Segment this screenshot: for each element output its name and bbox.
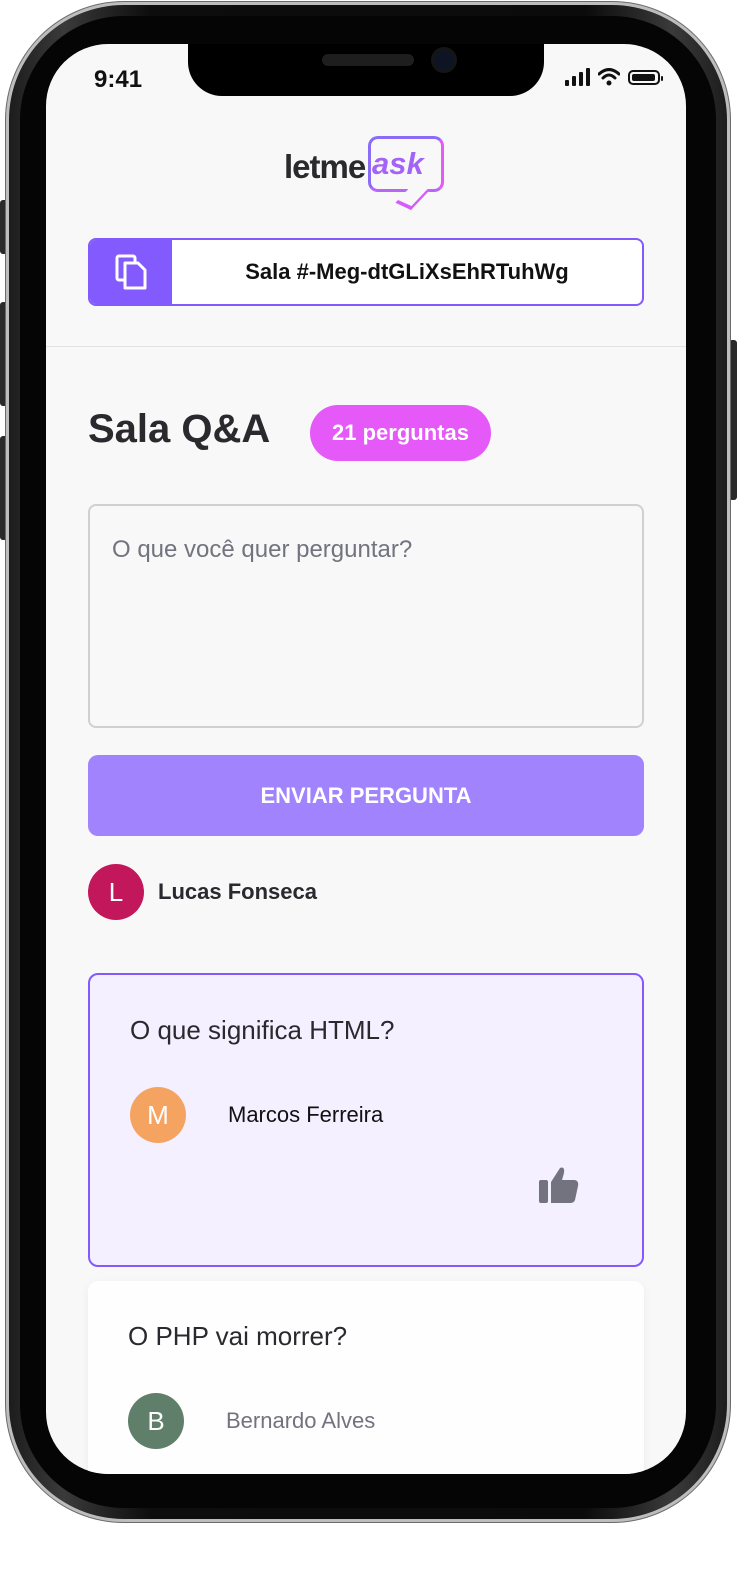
avatar: L [88,864,144,920]
status-time: 9:41 [94,66,143,93]
question-count-badge: 21 perguntas [310,405,491,461]
logo-text-ask: ask [372,146,424,181]
send-question-button[interactable]: ENVIAR PERGUNTA [88,755,644,836]
page-title: Sala Q&A [88,407,271,451]
copy-icon-box [90,240,172,304]
question-text: O que significa HTML? [130,1015,395,1045]
logo-text-letme: letme [284,148,366,185]
question-text: O PHP vai morrer? [128,1321,348,1351]
status-icons [565,68,663,86]
notch [188,44,544,96]
question-input[interactable] [88,504,644,728]
like-icon[interactable] [538,1165,580,1205]
header-divider [46,346,686,347]
question-author: B Bernardo Alves [128,1393,375,1449]
avatar: M [130,1087,186,1143]
logo: letme ask [284,134,448,212]
question-card: O que significa HTML? M Marcos Ferreira [88,973,644,1267]
power-button [729,340,737,500]
current-user: L Lucas Fonseca [88,864,317,920]
signal-icon [565,68,590,86]
author-name: Marcos Ferreira [228,1102,384,1127]
room-code-text: Sala #-Meg-dtGLiXsEhRTuhWg [245,259,569,284]
battery-icon [628,69,663,85]
question-card: O PHP vai morrer? B Bernardo Alves [88,1281,644,1474]
copy-icon [115,254,147,290]
user-name: Lucas Fonseca [158,879,317,904]
wifi-icon [598,68,620,86]
room-code-button[interactable]: Sala #-Meg-dtGLiXsEhRTuhWg [88,238,644,306]
front-camera [434,50,454,70]
app-screen: 9:41 letme ask Sala #-Meg-dtGLiXsEhRTuhW… [46,44,686,1474]
avatar: B [128,1393,184,1449]
question-author: M Marcos Ferreira [130,1087,383,1143]
author-name: Bernardo Alves [226,1408,376,1433]
speaker [322,54,414,66]
